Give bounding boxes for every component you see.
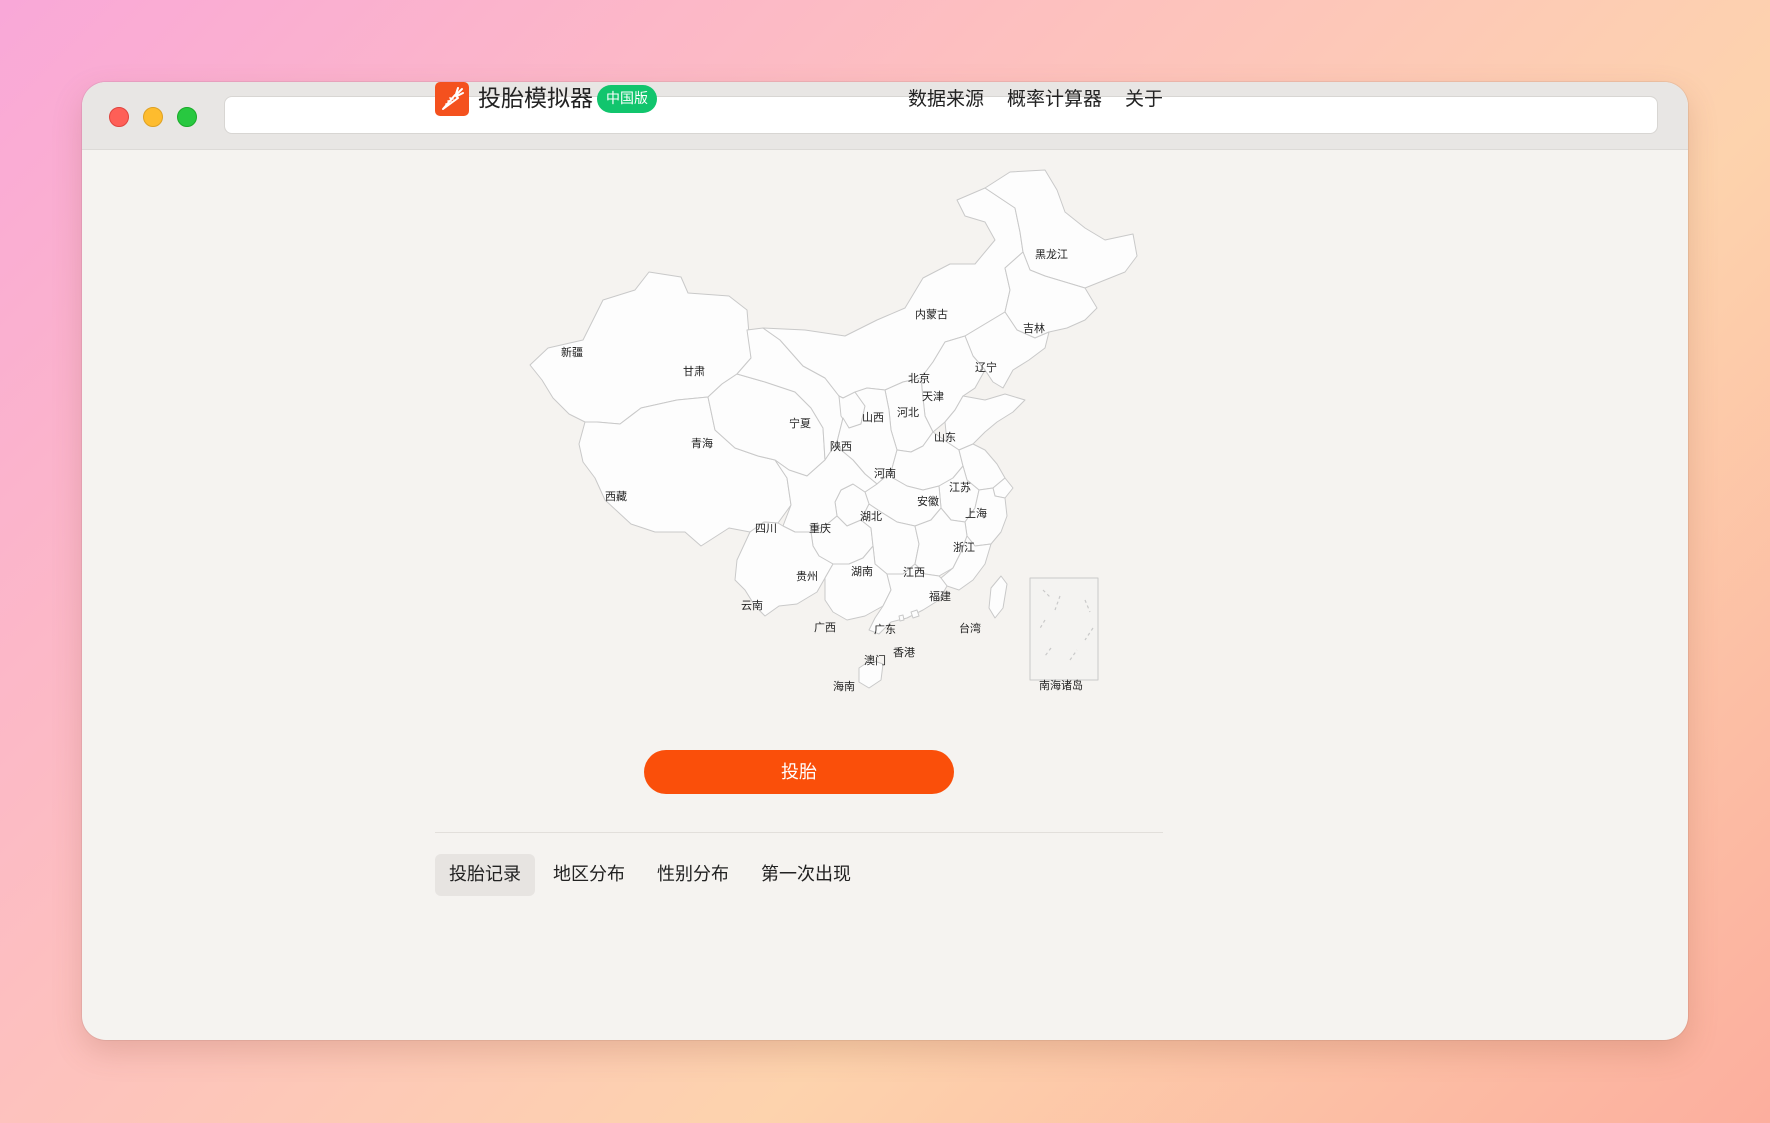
- label-heilongjiang: 黑龙江: [1035, 248, 1068, 261]
- label-xizang: 西藏: [605, 490, 627, 503]
- province-xianggang[interactable]: [910, 609, 920, 619]
- reincarnate-button[interactable]: 投胎: [644, 750, 954, 794]
- label-fujian: 福建: [929, 589, 951, 603]
- label-zhejiang: 浙江: [953, 541, 975, 554]
- label-tianjin: 天津: [922, 390, 944, 403]
- stats-tabs: 投胎记录 地区分布 性别分布 第一次出现: [435, 854, 865, 896]
- carrot-logo-icon[interactable]: [435, 82, 469, 116]
- maximize-window-button[interactable]: [177, 107, 197, 127]
- label-taiwan: 台湾: [959, 621, 981, 635]
- version-badge: 中国版: [597, 85, 657, 113]
- label-qinghai: 青海: [691, 436, 713, 450]
- label-shaanxi: 陕西: [830, 439, 852, 453]
- tab-gender-distribution[interactable]: 性别分布: [643, 854, 743, 896]
- nanhai-inset[interactable]: [1029, 577, 1099, 681]
- china-map-svg: 新疆 西藏 青海 甘肃 内蒙古 黑龙江 吉林 辽宁 北京 天津 河北 山西 山东…: [529, 169, 1138, 693]
- brand-name[interactable]: 投胎模拟器: [478, 84, 593, 114]
- site-header: 投胎模拟器 中国版 数据来源 概率计算器 关于: [435, 78, 1163, 120]
- nav-data-source[interactable]: 数据来源: [908, 84, 984, 114]
- label-xinjiang: 新疆: [561, 345, 583, 359]
- label-shanxi: 山西: [862, 411, 884, 424]
- label-sichuan: 四川: [755, 522, 777, 535]
- label-chongqing: 重庆: [809, 521, 831, 535]
- label-hebei: 河北: [897, 406, 919, 419]
- label-nanhai: 南海诸岛: [1039, 678, 1083, 692]
- label-shandong: 山东: [934, 431, 956, 444]
- label-hubei: 湖北: [860, 510, 882, 523]
- label-anhui: 安徽: [917, 494, 939, 508]
- label-hunan: 湖南: [851, 565, 873, 578]
- nav-probability-calculator[interactable]: 概率计算器: [1007, 84, 1102, 114]
- close-window-button[interactable]: [109, 107, 129, 127]
- label-neimenggu: 内蒙古: [915, 307, 948, 321]
- province-aomen[interactable]: [898, 614, 905, 622]
- province-taiwan[interactable]: [988, 575, 1008, 619]
- label-jiangsu: 江苏: [949, 481, 971, 494]
- label-yunnan: 云南: [741, 599, 763, 612]
- tab-region-distribution[interactable]: 地区分布: [539, 854, 639, 896]
- label-aomen: 澳门: [864, 653, 886, 667]
- label-beijing: 北京: [908, 371, 930, 385]
- label-jilin: 吉林: [1023, 321, 1045, 335]
- label-guizhou: 贵州: [796, 570, 818, 583]
- label-henan: 河南: [874, 467, 896, 480]
- label-jiangxi: 江西: [903, 566, 925, 579]
- label-guangxi: 广西: [814, 621, 836, 634]
- tab-first-appearance[interactable]: 第一次出现: [747, 854, 865, 896]
- label-shanghai: 上海: [965, 506, 987, 520]
- section-divider: [435, 832, 1163, 833]
- label-hainan: 海南: [833, 679, 855, 693]
- nav-about[interactable]: 关于: [1125, 84, 1163, 114]
- main-nav: 数据来源 概率计算器 关于: [908, 84, 1163, 114]
- label-liaoning: 辽宁: [975, 360, 997, 374]
- minimize-window-button[interactable]: [143, 107, 163, 127]
- label-ningxia: 宁夏: [789, 416, 811, 430]
- china-map: 新疆 西藏 青海 甘肃 内蒙古 黑龙江 吉林 辽宁 北京 天津 河北 山西 山东…: [445, 160, 1245, 720]
- label-xianggang: 香港: [893, 646, 915, 659]
- label-gansu: 甘肃: [683, 365, 705, 378]
- tab-history[interactable]: 投胎记录: [435, 854, 535, 896]
- label-guangdong: 广东: [874, 623, 896, 636]
